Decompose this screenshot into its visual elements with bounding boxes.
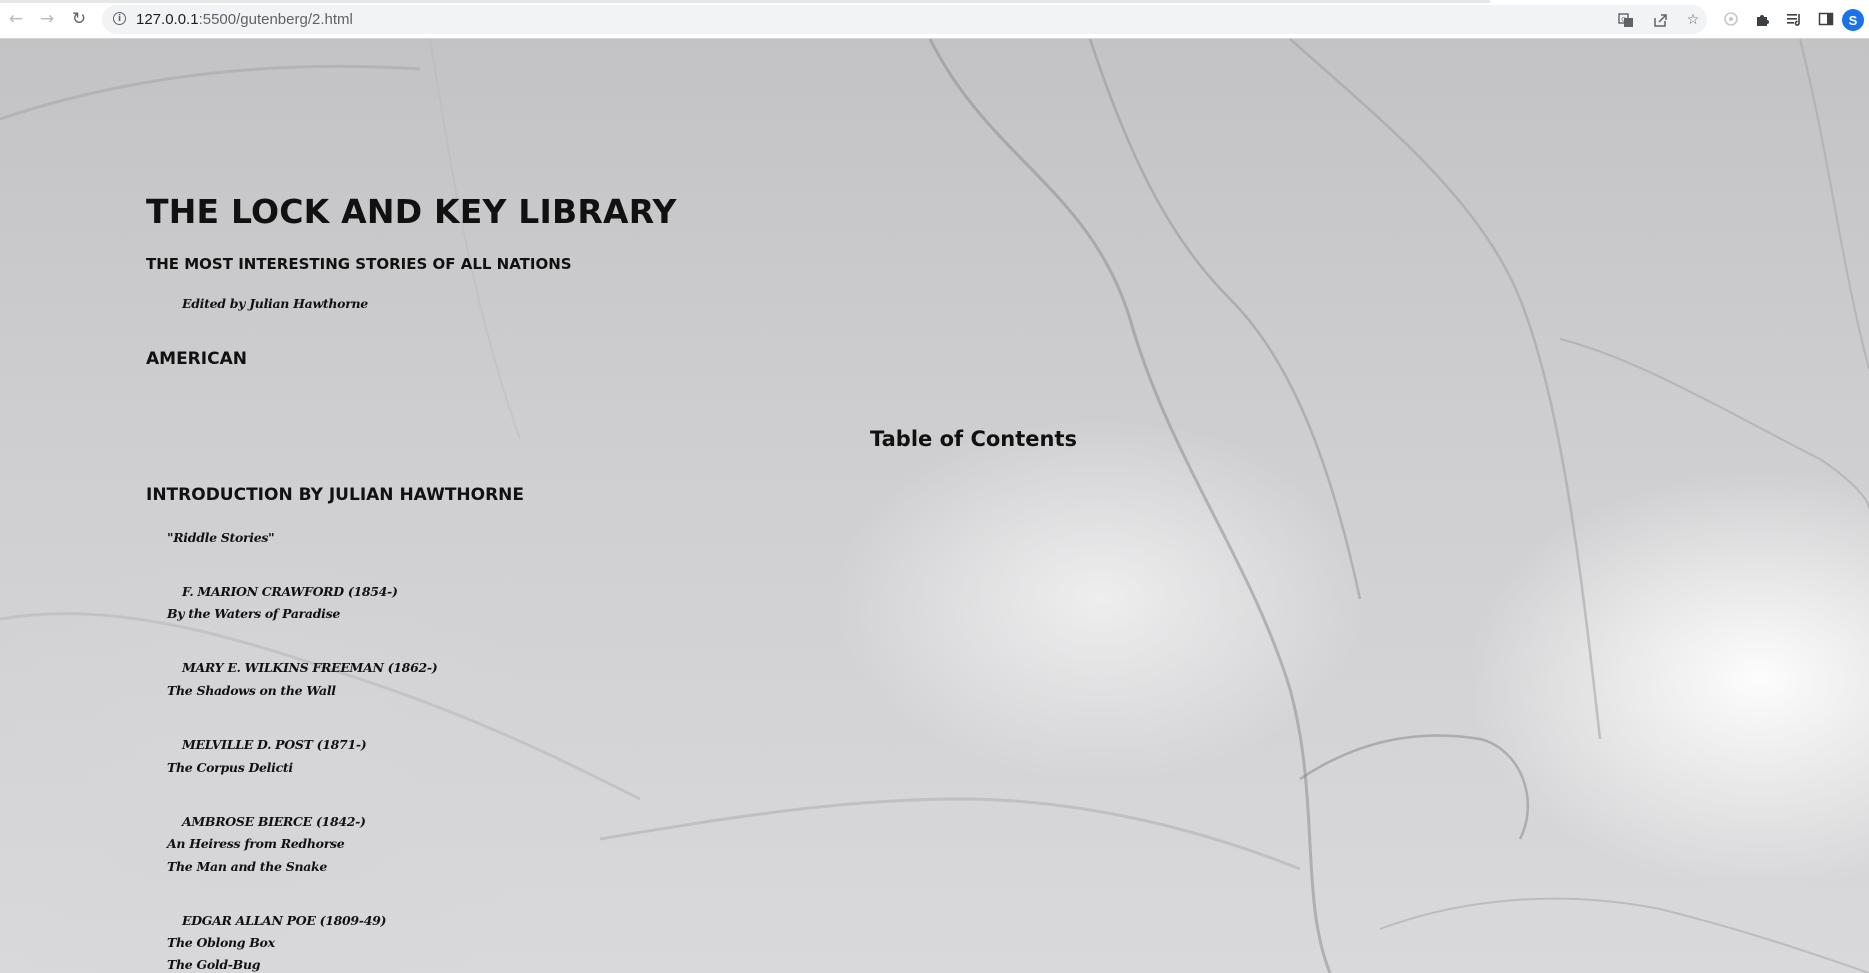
tab-strip-edge [0, 0, 1490, 3]
page-subtitle: THE MOST INTERESTING STORIES OF ALL NATI… [146, 255, 572, 273]
story-link[interactable]: The Gold-Bug [167, 957, 260, 972]
page-content: THE LOCK AND KEY LIBRARY THE MOST INTERE… [0, 39, 1869, 973]
site-info-icon[interactable]: i [113, 12, 126, 25]
browser-toolbar: ← → ↻ i 127.0.0.1:5500/gutenberg/2.html … [0, 0, 1869, 39]
side-panel-icon[interactable] [1817, 10, 1835, 28]
author-name: EDGAR ALLAN POE (1809-49) [182, 913, 387, 928]
back-arrow-icon[interactable]: ← [5, 8, 27, 30]
story-link[interactable]: The Man and the Snake [167, 859, 327, 874]
author-name: MARY E. WILKINS FREEMAN (1862-) [182, 660, 438, 675]
section-heading-american: AMERICAN [146, 349, 247, 369]
intro-item[interactable]: "Riddle Stories" [167, 530, 275, 545]
story-link[interactable]: The Oblong Box [167, 935, 275, 950]
introduction-heading: INTRODUCTION BY JULIAN HAWTHORNE [146, 485, 525, 505]
editor-credit: Edited by Julian Hawthorne [182, 296, 368, 311]
address-bar[interactable]: i 127.0.0.1:5500/gutenberg/2.html G ☆ [102, 5, 1707, 34]
forward-arrow-icon[interactable]: → [36, 8, 58, 30]
url-host: 127.0.0.1 [136, 11, 199, 28]
page-title: THE LOCK AND KEY LIBRARY [146, 192, 677, 231]
story-link[interactable]: The Shadows on the Wall [167, 683, 336, 698]
table-of-contents-heading: Table of Contents [870, 427, 1078, 451]
bookmark-star-icon[interactable]: ☆ [1685, 12, 1701, 28]
story-link[interactable]: An Heiress from Redhorse [167, 836, 345, 851]
story-link[interactable]: By the Waters of Paradise [167, 606, 340, 621]
share-icon[interactable] [1652, 12, 1668, 28]
svg-text:G: G [1621, 17, 1626, 24]
extensions-puzzle-icon[interactable] [1754, 10, 1772, 28]
url-text[interactable]: 127.0.0.1:5500/gutenberg/2.html [136, 11, 353, 28]
profile-avatar[interactable]: S [1842, 9, 1864, 31]
author-name: MELVILLE D. POST (1871-) [182, 737, 367, 752]
reload-icon[interactable]: ↻ [68, 8, 90, 30]
extension-loading-icon[interactable] [1722, 10, 1740, 28]
reading-list-icon[interactable] [1786, 10, 1804, 28]
author-name: AMBROSE BIERCE (1842-) [182, 814, 366, 829]
translate-icon[interactable]: G [1618, 12, 1634, 28]
url-path: :5500/gutenberg/2.html [198, 11, 353, 28]
page-viewport[interactable]: THE LOCK AND KEY LIBRARY THE MOST INTERE… [0, 39, 1869, 973]
author-name: F. MARION CRAWFORD (1854-) [182, 584, 398, 599]
story-link[interactable]: The Corpus Delicti [167, 760, 293, 775]
